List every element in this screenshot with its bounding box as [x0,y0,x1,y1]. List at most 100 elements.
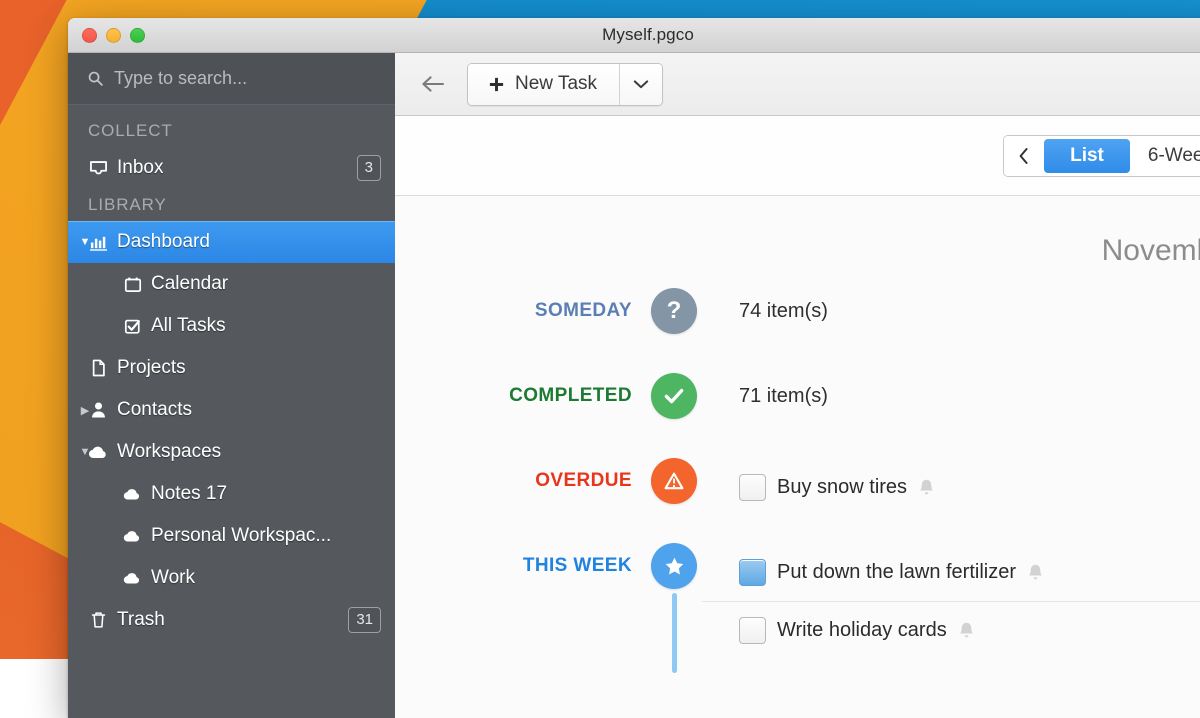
timeline-label-cell: SOMEDAY [395,268,646,353]
check-mark-icon [651,373,697,419]
window-body: COLLECT Inbox 3 LIBRARY ▼ [68,53,1200,718]
chevron-down-icon [633,79,649,88]
trash-icon [88,611,109,630]
disclosure-triangle-down-icon[interactable]: ▼ [78,446,92,458]
application-window: Myself.pgco COLLECT [68,18,1200,718]
new-task-dropdown-button[interactable] [620,63,663,105]
close-window-button[interactable] [82,27,97,43]
dashboard-timeline: November SOMEDAY ? 74 item(s) [395,196,1200,718]
sidebar-item-personal-workspace[interactable]: Personal Workspac... [68,515,395,557]
sidebar-item-contacts[interactable]: ▶ Contacts [68,389,395,431]
view-previous-button[interactable] [1004,135,1045,176]
timeline-label: THIS WEEK [522,554,632,576]
new-task-label: New Task [515,73,598,94]
timeline-badge-cell [646,353,702,419]
timeline-label-cell: COMPLETED [395,353,646,438]
sidebar-item-label: Contacts [117,399,192,420]
sidebar-item-label: Personal Workspac... [151,525,332,546]
timeline-content-cell: 74 item(s) [702,268,1200,334]
task-checkbox[interactable] [739,473,766,501]
timeline-connector-line [671,593,677,673]
maximize-window-button[interactable] [130,27,145,43]
sidebar: COLLECT Inbox 3 LIBRARY ▼ [68,53,395,718]
sidebar-item-label: Trash [117,609,165,630]
timeline-badge-cell [646,438,702,504]
content-pane: New Task List 6-We Novem SOMEDAY ? 74 it… [395,53,1200,718]
window-titlebar: Myself.pgco [68,18,1200,53]
timeline-group-overdue: OVERDUE Buy snow tires [395,438,1200,523]
task-title: Write holiday cards [777,619,947,641]
sidebar-item-workspaces[interactable]: ▼ Workspaces [68,431,395,473]
bell-icon [1029,564,1042,579]
sidebar-item-inbox[interactable]: Inbox 3 [68,147,395,189]
warning-glyph [664,472,684,490]
star-icon [651,543,697,589]
sidebar-item-work[interactable]: Work [68,557,395,599]
sidebar-item-label: All Tasks [151,315,226,336]
sidebar-item-label: Notes 17 [151,483,228,504]
task-checkbox[interactable] [739,558,766,586]
timeline-content-cell: Buy snow tires [702,438,1200,516]
month-heading: November [1101,234,1200,267]
disclosure-triangle-down-icon[interactable]: ▼ [78,236,92,248]
sidebar-item-calendar[interactable]: Calendar [68,263,395,305]
search-icon [88,71,103,86]
task-title: Put down the lawn fertilizer [777,560,1017,583]
task-row[interactable]: Write holiday cards [702,601,1200,659]
disclosure-triangle-right-icon[interactable]: ▶ [78,404,92,417]
view-tab-list[interactable]: List [1044,138,1130,173]
timeline-label: OVERDUE [535,469,632,491]
timeline-group-this-week: THIS WEEK Put down the lawn fertilizer W… [395,523,1200,673]
new-task-button-group: New Task [467,62,664,106]
star-glyph [665,557,683,575]
timeline-group-completed: COMPLETED 71 item(s) [395,353,1200,438]
task-checkbox[interactable] [739,617,766,644]
badge-glyph: ? [666,297,682,324]
cloud-icon [122,485,143,504]
sidebar-item-label: Projects [117,357,186,378]
timeline-label: SOMEDAY [534,299,632,321]
checkbox-checked-icon [122,317,143,336]
toolbar: New Task [395,53,1200,116]
sidebar-navigation: COLLECT Inbox 3 LIBRARY ▼ Dashboard Cale… [68,105,395,718]
sidebar-item-all-tasks[interactable]: All Tasks [68,305,395,347]
search-bar[interactable] [68,53,395,105]
document-icon [88,359,109,378]
question-mark-icon: ? [651,288,697,334]
trash-count-badge: 31 [348,607,381,633]
timeline-item-count: 74 item(s) [739,300,828,322]
arrow-left-icon [422,76,445,92]
sidebar-item-dashboard[interactable]: ▼ Dashboard [68,221,395,263]
task-row[interactable]: Put down the lawn fertilizer [702,543,1200,601]
sidebar-item-projects[interactable]: Projects [68,347,395,389]
window-controls [68,27,145,43]
minimize-window-button[interactable] [106,27,121,43]
view-switcher-bar: List 6-Week [395,116,1200,196]
sidebar-item-notes-17[interactable]: Notes 17 [68,473,395,515]
task-row[interactable]: Buy snow tires [702,458,1200,516]
search-input[interactable] [114,68,374,89]
timeline-content-cell: 71 item(s) [702,353,1200,419]
sidebar-item-label: Workspaces [117,441,222,462]
timeline-content-cell: Put down the lawn fertilizer Write holid… [702,523,1200,659]
timeline-item-count: 71 item(s) [739,385,828,407]
window-title: Myself.pgco [602,25,694,44]
new-task-button[interactable]: New Task [468,63,621,105]
sidebar-item-trash[interactable]: Trash 31 [68,599,395,641]
sidebar-item-label: Dashboard [117,231,210,252]
view-segmented-control: List 6-Week [1003,134,1200,177]
sidebar-section-collect: COLLECT [88,121,173,140]
sidebar-item-label: Inbox [117,157,164,178]
timeline-badge-cell: ? [646,268,702,334]
check-glyph [664,388,684,404]
back-button[interactable] [415,66,451,102]
timeline-group-someday: SOMEDAY ? 74 item(s) [395,268,1200,353]
warning-triangle-icon [651,458,697,504]
chevron-left-icon [1019,147,1028,164]
bell-icon [920,479,933,494]
view-tab-6-week[interactable]: 6-Week [1129,135,1200,176]
calendar-icon [122,275,143,294]
bell-icon [959,622,973,638]
task-title: Buy snow tires [777,475,908,498]
timeline-label-cell: THIS WEEK [395,523,646,608]
